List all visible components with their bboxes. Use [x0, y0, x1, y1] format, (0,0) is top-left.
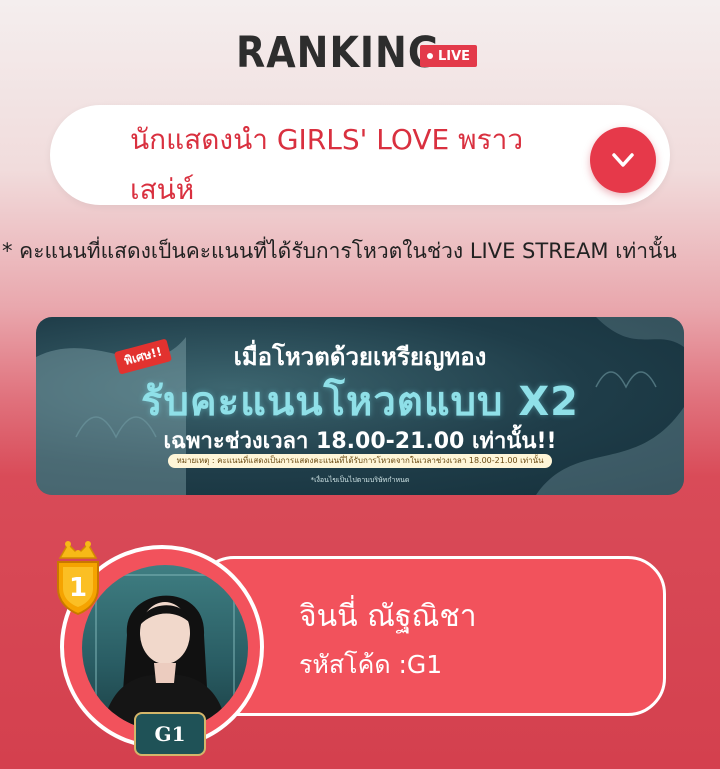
live-badge: LIVE	[420, 45, 478, 67]
banner-time-text: เฉพาะช่วงเวลา 18.00-21.00 เท่านั้น!!	[163, 429, 557, 454]
page-header: RANKING LIVE	[0, 28, 720, 84]
candidate-code: รหัสโค้ด :G1	[299, 650, 443, 679]
banner-remark: หมายเหตุ : คะแนนที่แสดงเป็นการแสดงคะแนนท…	[168, 454, 552, 468]
ranking-card[interactable]: จินนี่ ณัฐณิชา รหัสโค้ด :G1	[196, 556, 666, 716]
rank-number: 1	[69, 573, 87, 603]
category-dropdown-button[interactable]	[590, 127, 656, 193]
page-title: RANKING	[236, 28, 441, 78]
candidate-badge: G1	[134, 712, 206, 756]
gold-medal-icon: 1	[57, 541, 99, 616]
chevron-down-icon	[612, 153, 634, 167]
live-dot-icon	[427, 53, 433, 59]
person-photo	[95, 574, 235, 731]
promo-banner[interactable]: พิเศษ!! เมื่อโหวตด้วยเหรียญทอง รับคะแนนโ…	[36, 317, 684, 495]
ranking-note: * คะแนนที่แสดงเป็นคะแนนที่ได้รับการโหวตใ…	[2, 239, 677, 263]
category-selected-text: นักแสดงนำ GIRLS' LOVE พราวเสน่ห์	[130, 123, 524, 206]
candidate-name: จินนี่ ณัฐณิชา	[299, 599, 477, 634]
banner-fineprint: *เงื่อนไขเป็นไปตามบริษัทกำหนด	[310, 476, 410, 484]
live-label: LIVE	[438, 48, 471, 64]
avatar[interactable]	[82, 565, 248, 731]
category-select[interactable]: นักแสดงนำ GIRLS' LOVE พราวเสน่ห์	[50, 105, 670, 206]
